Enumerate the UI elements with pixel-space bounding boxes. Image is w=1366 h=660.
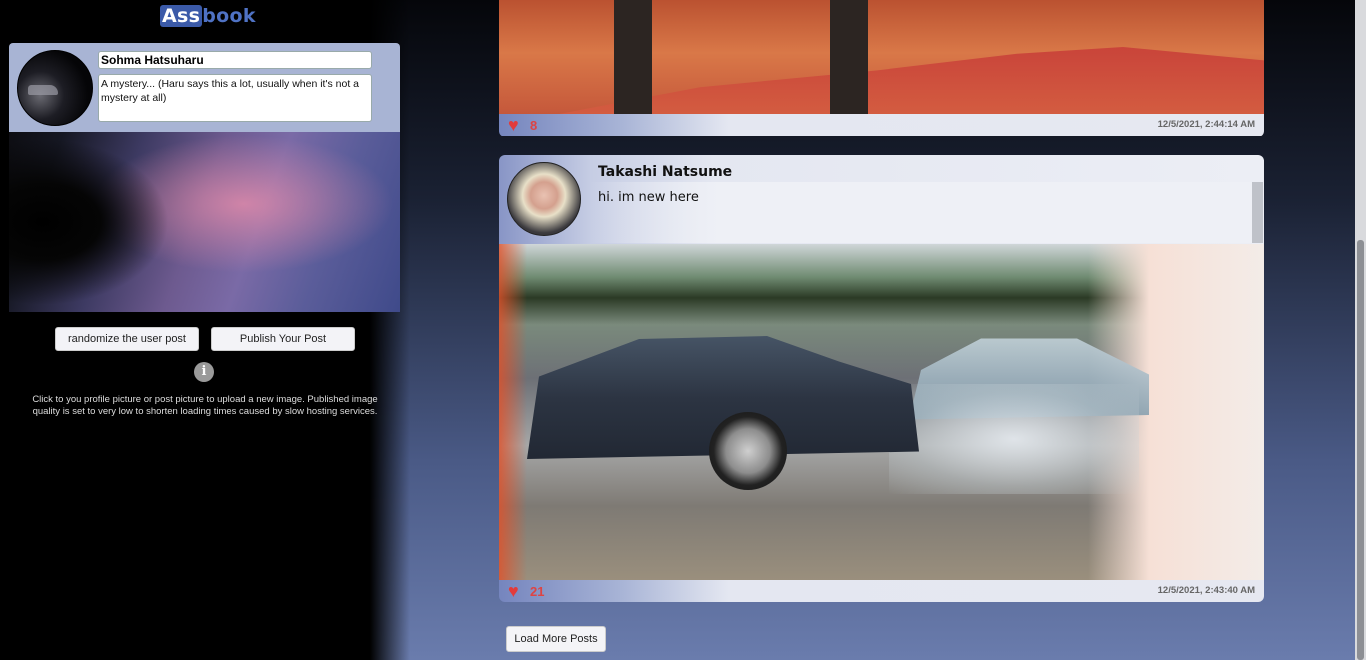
tree-silhouette xyxy=(9,132,179,312)
post-text: hi. im new here xyxy=(598,190,699,205)
post-image[interactable] xyxy=(499,0,1264,114)
post-timestamp: 12/5/2021, 2:43:40 AM xyxy=(1157,585,1255,596)
composer-text-field[interactable]: A mystery... (Haru says this a lot, usua… xyxy=(98,74,372,122)
load-more-posts-button[interactable]: Load More Posts xyxy=(506,626,606,652)
like-count: 21 xyxy=(530,584,545,599)
heart-icon[interactable]: ♥ xyxy=(508,116,519,134)
compose-card: Sohma Hatsuharu A mystery... (Haru says … xyxy=(9,43,400,312)
author-avatar[interactable] xyxy=(507,162,581,236)
post-card: ♥ 8 12/5/2021, 2:44:14 AM xyxy=(499,0,1264,137)
logo-part-book: book xyxy=(202,5,256,27)
post-image[interactable] xyxy=(499,244,1264,580)
post-author: Takashi Natsume xyxy=(598,164,733,180)
image-wheel xyxy=(709,412,787,490)
page-scroll-thumb[interactable] xyxy=(1357,240,1364,660)
randomize-post-button[interactable]: randomize the user post xyxy=(55,327,199,351)
image-pole xyxy=(830,0,868,114)
post-card: Takashi Natsume hi. im new here ♥ 21 12/… xyxy=(499,155,1264,602)
image-light-flare xyxy=(499,244,527,580)
composer-name-field[interactable]: Sohma Hatsuharu xyxy=(98,51,372,69)
post-timestamp: 12/5/2021, 2:44:14 AM xyxy=(1157,119,1255,130)
publish-post-button[interactable]: Publish Your Post xyxy=(211,327,355,351)
left-panel: Ass book Sohma Hatsuharu A mystery... (Ha… xyxy=(0,0,410,660)
post-header: Takashi Natsume hi. im new here xyxy=(499,155,1264,244)
post-picture[interactable] xyxy=(9,132,400,312)
heart-icon[interactable]: ♥ xyxy=(508,582,519,600)
profile-picture[interactable] xyxy=(17,50,93,126)
logo-part-ass: Ass xyxy=(160,5,203,27)
app-logo[interactable]: Ass book xyxy=(160,5,256,27)
info-icon[interactable]: i xyxy=(194,362,214,382)
info-text: Click to you profile picture or post pic… xyxy=(32,394,378,417)
post-text-scroll-thumb[interactable] xyxy=(1252,182,1263,243)
image-hill xyxy=(559,47,1264,114)
compose-header: Sohma Hatsuharu A mystery... (Haru says … xyxy=(9,43,400,132)
image-pole xyxy=(614,0,652,114)
image-smoke xyxy=(889,384,1139,494)
like-count: 8 xyxy=(530,118,538,133)
post-footer: ♥ 8 12/5/2021, 2:44:14 AM xyxy=(499,114,1264,136)
post-footer: ♥ 21 12/5/2021, 2:43:40 AM xyxy=(499,580,1264,602)
